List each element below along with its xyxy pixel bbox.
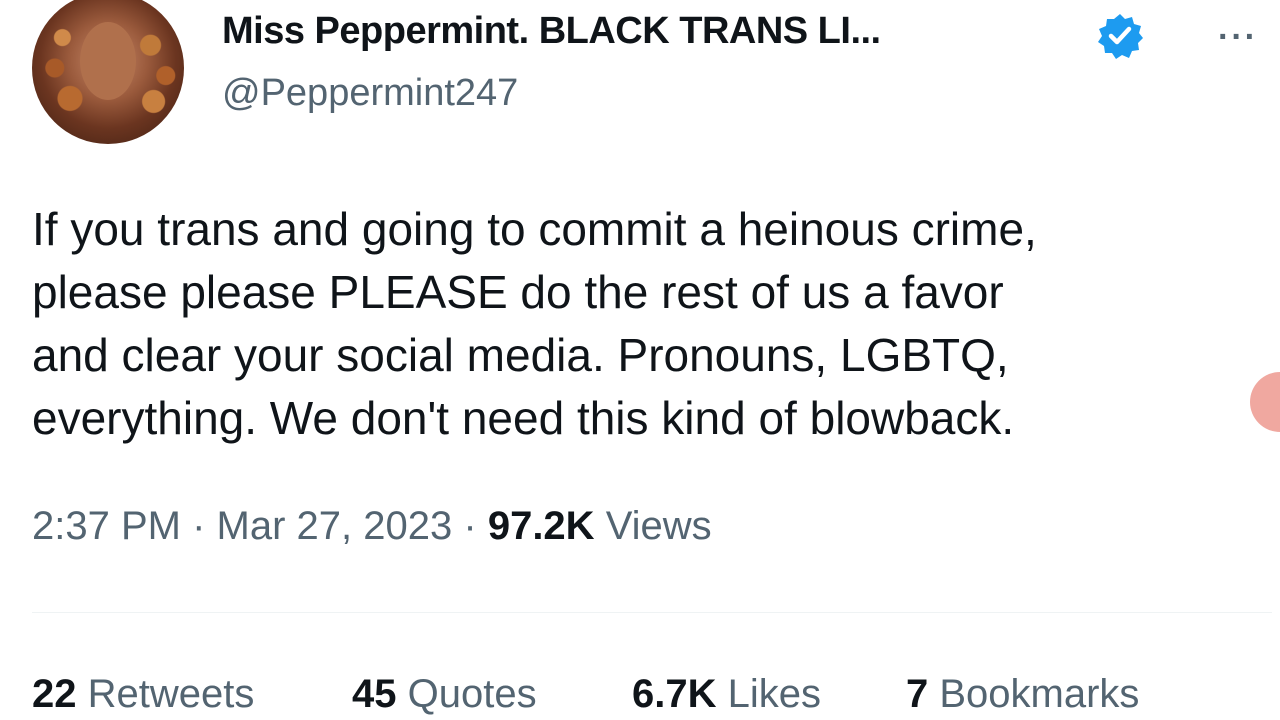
tweet-meta: 2:37 PM · Mar 27, 2023 · 97.2K Views — [32, 504, 712, 549]
verified-badge-icon — [1096, 12, 1144, 60]
avatar-face — [80, 22, 136, 100]
tweet-line: If you trans and going to commit a heino… — [32, 203, 1037, 255]
meta-separator: · — [463, 504, 477, 548]
bookmarks-count: 7 — [906, 672, 929, 716]
author-display-name[interactable]: Miss Peppermint. BLACK TRANS LI... — [222, 10, 881, 53]
quotes-label: Quotes — [407, 672, 537, 716]
tweet-date[interactable]: Mar 27, 2023 — [217, 504, 453, 548]
divider — [32, 612, 1272, 613]
tweet-time[interactable]: 2:37 PM — [32, 504, 181, 548]
retweets-count: 22 — [32, 672, 77, 716]
meta-separator: · — [192, 504, 206, 548]
views-label: Views — [605, 504, 712, 548]
retweets-label: Retweets — [87, 672, 255, 716]
author-handle[interactable]: @Peppermint247 — [222, 72, 518, 115]
bookmarks-label: Bookmarks — [939, 672, 1140, 716]
quotes-stat[interactable]: 45 Quotes — [352, 672, 537, 717]
retweets-stat[interactable]: 22 Retweets — [32, 672, 254, 717]
bookmarks-stat[interactable]: 7 Bookmarks — [906, 672, 1139, 717]
quotes-count: 45 — [352, 672, 397, 716]
tweet-line: everything. We don't need this kind of b… — [32, 392, 1015, 444]
tweet-text: If you trans and going to commit a heino… — [32, 198, 1262, 450]
more-options-icon[interactable]: ··· — [1218, 18, 1258, 57]
tweet-line: and clear your social media. Pronouns, L… — [32, 329, 1009, 381]
views-count: 97.2K — [487, 504, 595, 548]
avatar[interactable] — [32, 0, 184, 144]
likes-stat[interactable]: 6.7K Likes — [632, 672, 821, 717]
likes-label: Likes — [727, 672, 822, 716]
tweet-line: please please PLEASE do the rest of us a… — [32, 266, 1004, 318]
likes-count: 6.7K — [632, 672, 717, 716]
